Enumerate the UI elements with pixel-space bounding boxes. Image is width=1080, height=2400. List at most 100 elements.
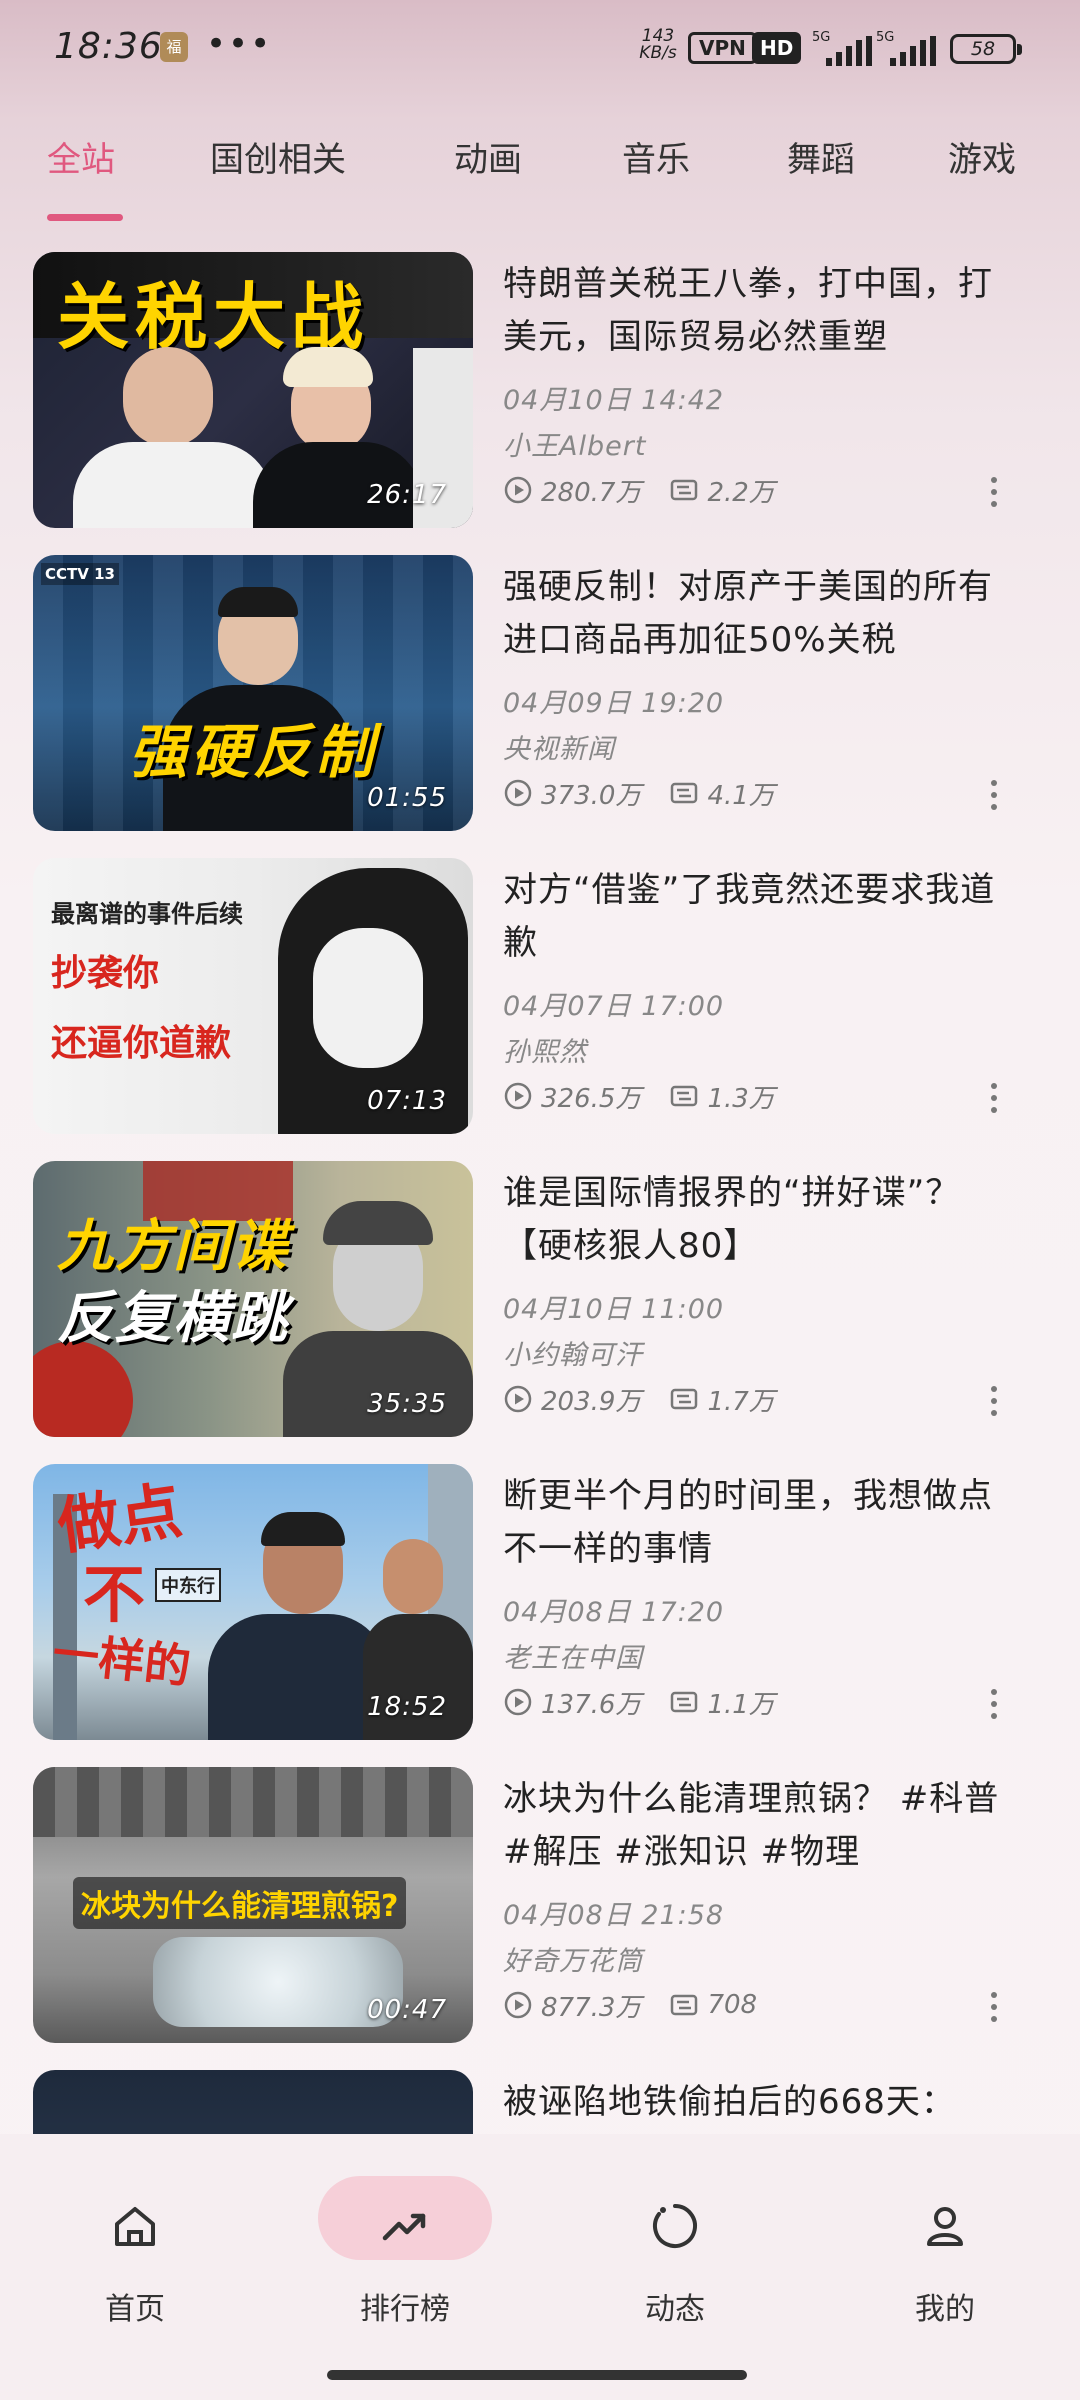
nav-ranking[interactable]: 排行榜 bbox=[305, 2174, 505, 2327]
nav-activity[interactable]: 动态 bbox=[575, 2174, 775, 2327]
thumbnail-headline: 冰块为什么能清理煎锅? bbox=[73, 1877, 407, 1929]
tab-music[interactable]: 音乐 bbox=[622, 130, 690, 190]
video-author[interactable]: 孙熙然 bbox=[503, 1030, 587, 1069]
video-author[interactable]: 小约翰可汗 bbox=[503, 1333, 643, 1372]
video-duration: 35:35 bbox=[367, 1389, 447, 1419]
video-item[interactable]: 九方间谍 反复横跳 35:35 谁是国际情报界的“拼好谍”？【硬核狠人80】 0… bbox=[0, 1161, 1080, 1443]
video-item[interactable]: 最离谱的事件后续 抄袭你 还逼你道歉 07:13 对方“借鉴”了我竟然还要求我道… bbox=[0, 858, 1080, 1140]
view-count: 137.6万 bbox=[541, 1689, 642, 1720]
video-author[interactable]: 小王Albert bbox=[503, 424, 646, 463]
danmaku-icon bbox=[671, 1994, 698, 2016]
danmaku-icon bbox=[671, 1085, 698, 1107]
video-title[interactable]: 谁是国际情报界的“拼好谍”？【硬核狠人80】 bbox=[503, 1167, 1023, 1273]
video-author[interactable]: 老王在中国 bbox=[503, 1636, 643, 1675]
hd-voice-icon: HD bbox=[752, 32, 802, 64]
video-stats: 280.7万 2.2万 bbox=[503, 470, 775, 510]
status-bar: 18:36 福 ••• 143 KB/s VPN HD 5G 5G 58 bbox=[0, 0, 1080, 96]
video-title[interactable]: 冰块为什么能清理煎锅？ #科普 #解压 #涨知识 #物理 bbox=[503, 1773, 1023, 1879]
tab-all[interactable]: 全站 bbox=[47, 130, 115, 190]
thumbnail-headline-2: 还逼你道歉 bbox=[51, 1022, 232, 1064]
video-item[interactable]: 关税大战 26:17 特朗普关税王八拳，打中国，打美元，国际贸易必然重塑 04月… bbox=[0, 252, 1080, 534]
video-stats: 203.9万 1.7万 bbox=[503, 1379, 775, 1419]
active-tab-indicator bbox=[47, 214, 123, 221]
video-thumbnail[interactable] bbox=[33, 2070, 473, 2134]
nav-profile[interactable]: 我的 bbox=[845, 2174, 1045, 2327]
home-icon bbox=[115, 2207, 155, 2246]
nav-home[interactable]: 首页 bbox=[35, 2174, 235, 2327]
danmaku-count: 1.3万 bbox=[707, 1083, 775, 1114]
tab-animation[interactable]: 动画 bbox=[454, 130, 522, 190]
category-tabs: 全站 国创相关 动画 音乐 舞蹈 游戏 bbox=[0, 130, 1080, 230]
activity-icon bbox=[653, 2204, 697, 2248]
thumbnail-headline-2: 反复横跳 bbox=[57, 1286, 289, 1351]
video-duration: 18:52 bbox=[367, 1692, 447, 1722]
danmaku-count: 2.2万 bbox=[707, 477, 775, 508]
danmaku-icon bbox=[671, 1388, 698, 1410]
video-duration: 26:17 bbox=[367, 480, 447, 510]
thumbnail-channel-logo: CCTV 13 bbox=[41, 563, 119, 585]
video-duration: 01:55 bbox=[367, 783, 447, 813]
video-thumbnail[interactable]: 关税大战 26:17 bbox=[33, 252, 473, 528]
video-date: 04月08日 17:20 bbox=[503, 1597, 725, 1628]
thumbnail-subtitle: 最离谱的事件后续 bbox=[51, 899, 243, 928]
video-thumbnail[interactable]: 冰块为什么能清理煎锅? 00:47 bbox=[33, 1767, 473, 2043]
battery-icon: 58 bbox=[950, 34, 1022, 64]
bottom-navigation: 首页 排行榜 动态 我的 bbox=[0, 2134, 1080, 2400]
video-item[interactable]: 被诬陷地铁偷拍后的668天： bbox=[0, 2070, 1080, 2134]
danmaku-icon bbox=[671, 782, 698, 804]
nav-profile-label: 我的 bbox=[915, 2292, 975, 2327]
video-feed[interactable]: 关税大战 26:17 特朗普关税王八拳，打中国，打美元，国际贸易必然重塑 04月… bbox=[0, 252, 1080, 2134]
home-indicator[interactable] bbox=[327, 2370, 747, 2380]
play-count-icon bbox=[504, 1082, 532, 1110]
network-speed: 143 KB/s bbox=[636, 28, 680, 62]
video-duration: 07:13 bbox=[367, 1086, 447, 1116]
video-title[interactable]: 对方“借鉴”了我竟然还要求我道歉 bbox=[503, 864, 1023, 970]
video-thumbnail[interactable]: 九方间谍 反复横跳 35:35 bbox=[33, 1161, 473, 1437]
view-count: 877.3万 bbox=[541, 1992, 642, 2023]
more-options-icon[interactable] bbox=[986, 1383, 1002, 1417]
video-item[interactable]: 做点 不 一样的 中东行 18:52 断更半个月的时间里，我想做点不一样的事情 … bbox=[0, 1464, 1080, 1746]
play-count-icon bbox=[504, 1688, 532, 1716]
tab-games[interactable]: 游戏 bbox=[948, 130, 1016, 190]
danmaku-count: 1.1万 bbox=[707, 1689, 775, 1720]
tab-guochuang[interactable]: 国创相关 bbox=[210, 130, 346, 190]
danmaku-count: 1.7万 bbox=[707, 1386, 775, 1417]
video-title[interactable]: 被诬陷地铁偷拍后的668天： bbox=[503, 2076, 1023, 2129]
view-count: 326.5万 bbox=[541, 1083, 642, 1114]
video-title[interactable]: 断更半个月的时间里，我想做点不一样的事情 bbox=[503, 1470, 1023, 1576]
tab-dance[interactable]: 舞蹈 bbox=[787, 130, 855, 190]
video-author[interactable]: 好奇万花筒 bbox=[503, 1939, 643, 1978]
video-author[interactable]: 央视新闻 bbox=[503, 727, 615, 766]
more-options-icon[interactable] bbox=[986, 1080, 1002, 1114]
nav-activity-label: 动态 bbox=[645, 2292, 705, 2327]
video-item[interactable]: CCTV 13 强硬反制 01:55 强硬反制！对原产于美国的所有进口商品再加征… bbox=[0, 555, 1080, 837]
view-count: 280.7万 bbox=[541, 477, 642, 508]
network-speed-unit: KB/s bbox=[639, 43, 677, 63]
video-stats: 137.6万 1.1万 bbox=[503, 1682, 775, 1722]
nav-home-label: 首页 bbox=[105, 2292, 165, 2327]
danmaku-count: 708 bbox=[707, 1990, 758, 2020]
thumbnail-headline: 抄袭你 bbox=[51, 952, 160, 994]
more-options-icon[interactable] bbox=[986, 1686, 1002, 1720]
danmaku-icon bbox=[671, 479, 698, 501]
nav-ranking-label: 排行榜 bbox=[360, 2292, 450, 2327]
signal-sim2-icon: 5G bbox=[876, 30, 956, 66]
video-item[interactable]: 冰块为什么能清理煎锅? 00:47 冰块为什么能清理煎锅？ #科普 #解压 #涨… bbox=[0, 1767, 1080, 2049]
video-duration: 00:47 bbox=[367, 1995, 447, 2025]
view-count: 203.9万 bbox=[541, 1386, 642, 1417]
video-title[interactable]: 强硬反制！对原产于美国的所有进口商品再加征50%关税 bbox=[503, 561, 1023, 667]
more-options-icon[interactable] bbox=[986, 1989, 1002, 2023]
video-thumbnail[interactable]: 做点 不 一样的 中东行 18:52 bbox=[33, 1464, 473, 1740]
video-title[interactable]: 特朗普关税王八拳，打中国，打美元，国际贸易必然重塑 bbox=[503, 258, 1023, 364]
thumbnail-headline: 强硬反制 bbox=[129, 718, 378, 786]
video-stats: 877.3万 708 bbox=[503, 1985, 757, 2025]
video-date: 04月08日 21:58 bbox=[503, 1900, 725, 1931]
video-thumbnail[interactable]: CCTV 13 强硬反制 01:55 bbox=[33, 555, 473, 831]
video-date: 04月10日 14:42 bbox=[503, 385, 725, 416]
profile-icon bbox=[927, 2207, 963, 2246]
more-options-icon[interactable] bbox=[986, 777, 1002, 811]
video-thumbnail[interactable]: 最离谱的事件后续 抄袭你 还逼你道歉 07:13 bbox=[33, 858, 473, 1134]
thumbnail-tag: 中东行 bbox=[155, 1568, 221, 1602]
more-options-icon[interactable] bbox=[986, 474, 1002, 508]
play-count-icon bbox=[504, 1385, 532, 1413]
